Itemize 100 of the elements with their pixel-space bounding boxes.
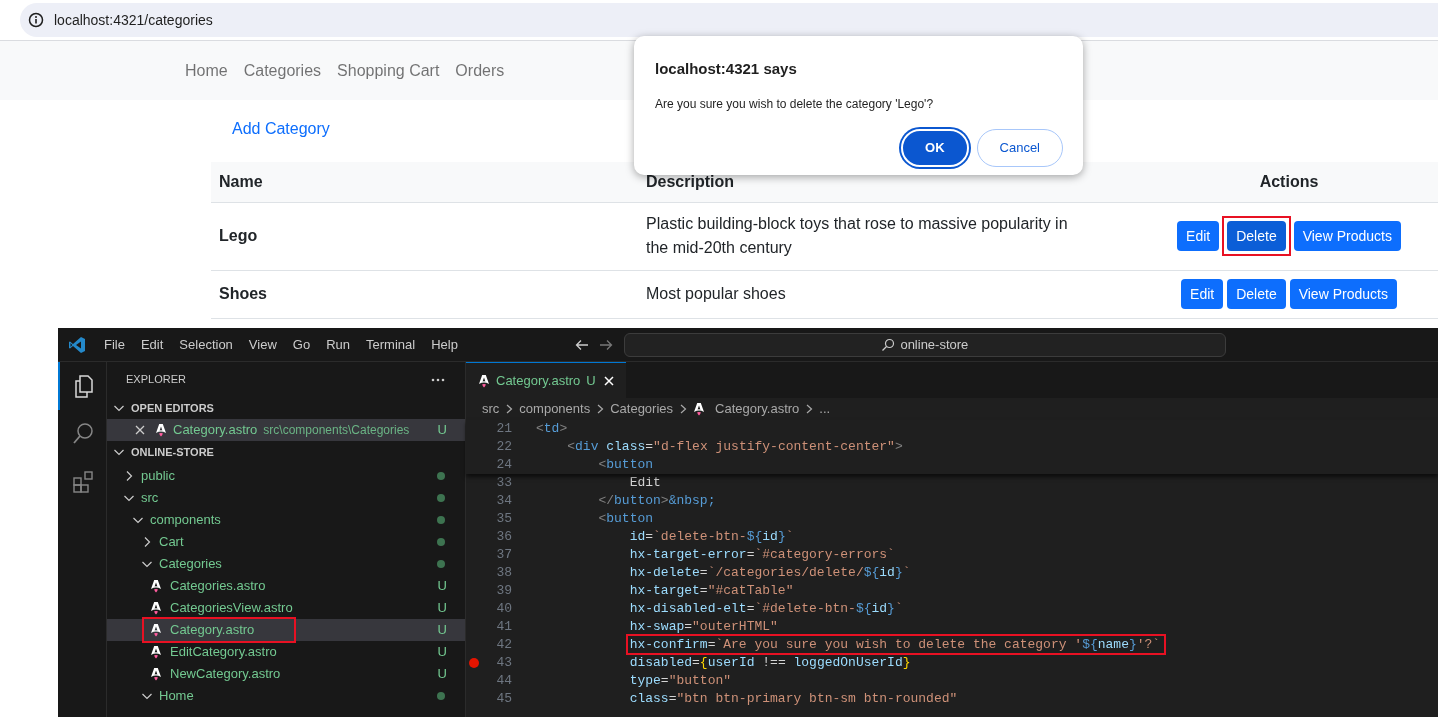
git-status: U [437,665,447,684]
code-line: hx-delete=`/categories/delete/${id}` [629,565,911,581]
git-status: U [437,621,447,640]
ok-button[interactable]: OK [901,128,969,167]
line-number: 34 [495,492,512,511]
info-icon[interactable] [28,12,44,28]
cancel-button[interactable]: Cancel [976,128,1063,167]
menu-item[interactable]: Go [284,334,319,355]
edit-button[interactable]: Edit [1181,279,1224,309]
file-path: src\components\Categories [263,422,410,439]
menu-item[interactable]: View [240,334,285,355]
line-number: 36 [495,528,512,547]
dialog-message: Are you sure you wish to delete the category 'Lego'? [655,95,935,113]
breakpoint-icon[interactable] [469,658,479,668]
code-line: <button [598,511,654,527]
code-line: hx-swap="outerHTML" [629,619,778,635]
breadcrumb-item[interactable]: Categories [610,399,674,419]
code-line: <button [598,457,654,473]
folder-name[interactable]: src [141,488,159,508]
folder-name[interactable]: Categories [159,554,222,574]
breadcrumb-item[interactable]: components [519,399,591,419]
menu-item[interactable]: Run [318,334,358,355]
address-bar[interactable]: localhost:4321/categories [20,3,1438,37]
url-text: localhost:4321/categories [54,10,213,30]
git-status: U [437,599,447,618]
code-line: class="btn btn-primary btn-sm btn-rounded" [629,691,958,707]
search-text: online-store [900,335,969,354]
file-name[interactable]: CategoriesView.astro [170,598,293,618]
code-line: id=`delete-btn-${id}` [629,529,794,545]
extensions-icon[interactable] [71,469,95,495]
folder-name[interactable]: components [150,510,221,530]
code-line: </button>&nbsp; [598,493,716,509]
breadcrumb-item[interactable]: Category.astro [715,399,800,419]
menu-item[interactable]: File [96,334,133,355]
view-products-button[interactable]: View Products [1289,279,1397,309]
astro-icon [150,645,162,659]
line-number: 22 [495,438,512,457]
file-name: Category.astro [173,421,258,440]
line-number: 21 [495,420,512,439]
git-status: U [437,577,447,596]
column-header: Name [211,162,638,202]
dialog-title: localhost:4321 says [655,59,798,79]
astro-icon [478,373,490,388]
editor-tab[interactable]: Category.astro U [466,362,626,398]
file-name[interactable]: Category.astro [170,620,255,640]
menu-item[interactable]: Terminal [358,334,424,355]
file-name[interactable]: EditCategory.astro [170,642,277,662]
delete-button[interactable]: Delete [1227,221,1286,251]
section-title[interactable]: ONLINE-STORE [131,443,214,461]
line-number: 43 [495,654,512,673]
file-name[interactable]: NewCategory.astro [170,664,281,684]
astro-icon [150,623,162,637]
folder-name[interactable]: Home [159,686,194,706]
menu-item[interactable]: Selection [171,334,241,355]
more-icon[interactable] [431,377,445,382]
code-line: hx-target="#catTable" [629,583,794,599]
close-icon[interactable] [601,373,616,388]
section-title[interactable]: OPEN EDITORS [131,399,214,417]
astro-icon [693,402,706,416]
git-status: U [437,643,447,662]
line-number: 38 [495,564,512,583]
view-products-button[interactable]: View Products [1293,221,1401,251]
line-number: 41 [495,618,512,637]
breadcrumb-item[interactable]: src [482,399,500,419]
line-number: 39 [495,582,512,601]
file-name[interactable]: Categories.astro [170,576,266,596]
astro-icon [155,423,167,437]
line-number: 44 [495,672,512,691]
logo-icon [68,335,86,354]
code-line: <div class="d-flex justify-content-center"> [567,439,903,455]
line-number: 42 [495,636,512,655]
nav-link[interactable]: Home [185,58,228,83]
column-header: Actions [1140,162,1438,202]
code-line: Edit [629,475,661,491]
code-line: hx-target-error=`#category-errors` [629,547,895,563]
panel-title: EXPLORER [126,372,186,388]
code-line: disabled={userId !== loggedOnUserId} [629,655,911,671]
nav-link[interactable]: Categories [243,58,322,83]
edit-button[interactable]: Edit [1177,221,1220,251]
table-cell: Shoes [211,270,638,318]
command-center-search[interactable]: online-store [623,332,1226,357]
astro-icon [150,601,162,615]
astro-icon [150,667,162,681]
code-line: type="button" [629,673,732,689]
folder-name[interactable]: Cart [159,532,184,552]
nav-link[interactable]: Orders [455,58,505,83]
table-cell: Lego [211,202,638,270]
close-icon[interactable] [133,423,147,437]
delete-button[interactable]: Delete [1227,279,1286,309]
nav-link[interactable]: Shopping Cart [337,58,440,83]
folder-name[interactable]: public [141,466,175,486]
line-number: 45 [495,690,512,709]
code-line: <td> [536,421,568,437]
menu-item[interactable]: Edit [132,334,172,355]
menu-item[interactable]: Help [423,334,466,355]
breadcrumb-more[interactable]: ... [819,399,831,419]
table-cell-text: Plastic building-block toys that rose to massive popularity in the mid-20th century [646,214,1069,258]
add-category-link[interactable]: Add Category [232,117,330,145]
table-cell-text: Most popular shoes [646,284,787,304]
line-number: 24 [495,456,512,475]
